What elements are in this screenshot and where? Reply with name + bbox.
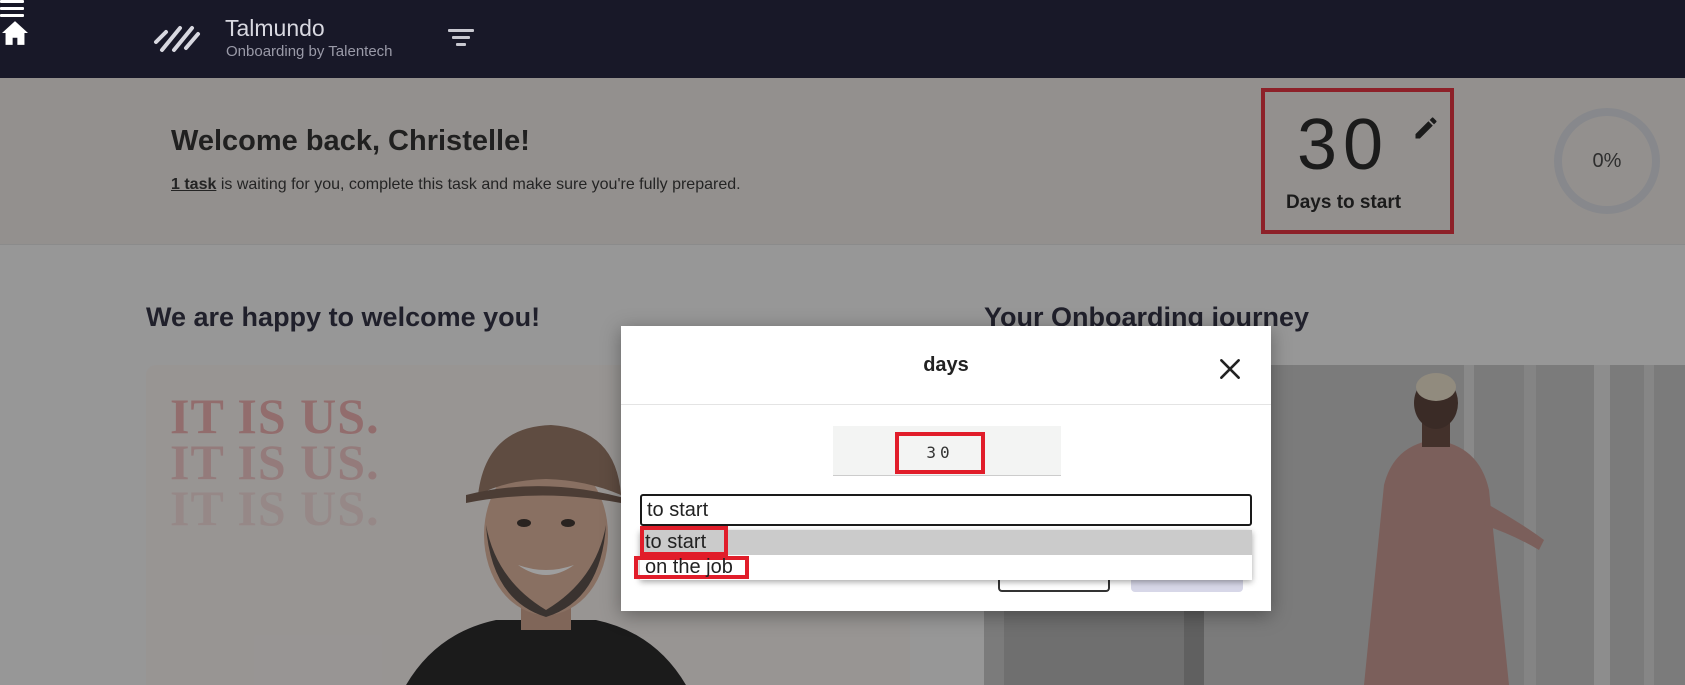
days-number-value: 30 xyxy=(926,443,954,462)
brand-name: Talmundo xyxy=(225,15,325,41)
dialog-title: days xyxy=(923,354,969,376)
top-bar: Talmundo Onboarding by Talentech xyxy=(0,0,1685,78)
timing-select-value: to start xyxy=(647,499,709,521)
timing-select[interactable]: to start xyxy=(640,494,1252,526)
number-highlight: 30 xyxy=(895,432,985,474)
home-icon[interactable] xyxy=(0,20,30,46)
timing-dropdown-list: to start on the job xyxy=(634,526,1252,580)
option-label: to start xyxy=(645,531,707,553)
option-to-start[interactable]: to start xyxy=(640,526,1252,556)
hamburger-menu-icon[interactable] xyxy=(0,0,24,20)
brand-subtitle: Onboarding by Talentech xyxy=(226,43,393,60)
option-on-the-job[interactable]: on the job xyxy=(634,555,1252,580)
option-label: on the job xyxy=(645,556,733,578)
filter-icon[interactable] xyxy=(448,29,474,49)
days-number-input[interactable]: 30 xyxy=(833,426,1061,476)
days-dialog: days 30 to start to start on the job xyxy=(621,326,1271,611)
close-icon[interactable] xyxy=(1217,356,1243,382)
talmundo-logo-icon xyxy=(154,26,200,52)
dialog-divider xyxy=(621,404,1271,405)
